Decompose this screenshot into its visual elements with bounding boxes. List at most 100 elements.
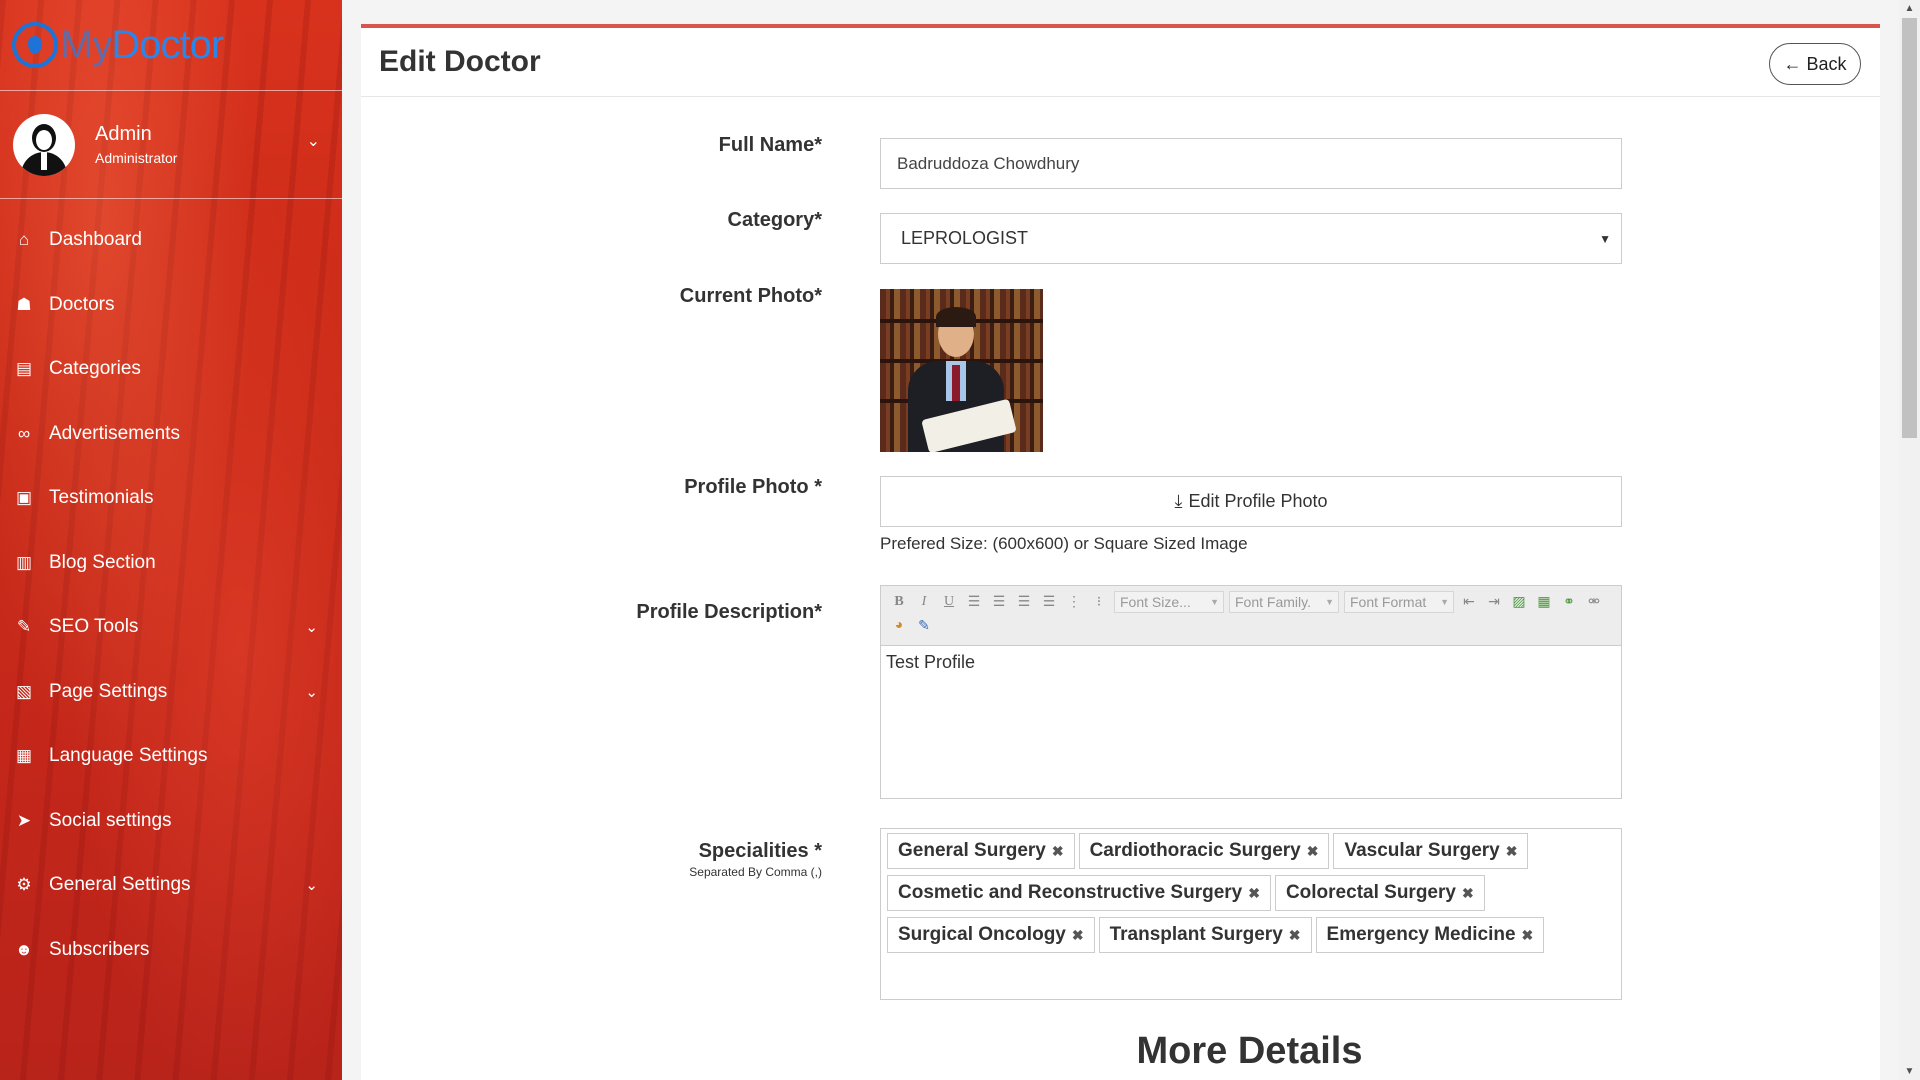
sidebar-item-label: Social settings	[49, 809, 172, 831]
sidebar-item-label: Page Settings	[49, 680, 168, 702]
user-role: Administrator	[95, 150, 178, 166]
insert-table-icon[interactable]: ▦	[1532, 590, 1556, 614]
sidebar-nav: ⌂ Dashboard ☗ Doctors ▤ Categories ∞ Advertisem…	[0, 208, 342, 982]
sidebar-item-categories[interactable]: ▤ Categories	[0, 337, 342, 402]
wrench-icon: ✎	[16, 617, 32, 637]
remove-tag-icon[interactable]: ✖	[1462, 885, 1474, 902]
sidebar-item-social-settings[interactable]: ➤ Social settings	[0, 789, 342, 854]
back-button[interactable]: ← Back	[1769, 43, 1861, 85]
unordered-list-icon[interactable]: ⁝	[1087, 590, 1111, 614]
sidebar-item-label: Subscribers	[49, 938, 150, 960]
ordered-list-icon[interactable]: ⋮	[1062, 590, 1086, 614]
font-format-select-label: Font Format	[1350, 594, 1427, 610]
page-scrollbar[interactable]: ▲ ▼	[1899, 0, 1920, 1080]
remove-tag-icon[interactable]: ✖	[1248, 885, 1260, 902]
align-left-icon[interactable]: ☰	[962, 590, 986, 614]
underline-icon[interactable]: U	[937, 590, 961, 614]
scroll-down-icon[interactable]: ▼	[1899, 1063, 1920, 1080]
sidebar-item-label: Blog Section	[49, 551, 156, 573]
scroll-up-icon[interactable]: ▲	[1899, 0, 1920, 17]
paper-plane-icon: ➤	[16, 810, 32, 830]
remove-tag-icon[interactable]: ✖	[1289, 927, 1301, 944]
speciality-tag: Surgical Oncology ✖	[887, 917, 1095, 953]
sidebar-item-general-settings[interactable]: ⚙ General Settings ⌄	[0, 853, 342, 918]
user-panel[interactable]: Admin Administrator ⌄	[0, 91, 342, 199]
dropdown-arrow-icon: ▼	[1440, 597, 1449, 607]
insert-image-icon[interactable]: ▨	[1507, 590, 1531, 614]
sidebar-item-language-settings[interactable]: ▦ Language Settings	[0, 724, 342, 789]
rich-text-editor: B I U ☰ ☰ ☰ ☰ ⋮ ⁝ Font Size... ▼ Font Fam…	[880, 585, 1622, 799]
speciality-tag-label: Emergency Medicine	[1326, 924, 1516, 945]
brand-logo[interactable]: MyDoctor	[0, 0, 342, 91]
speciality-tag: Colorectal Surgery ✖	[1274, 875, 1485, 911]
speciality-tag-label: General Surgery	[898, 840, 1046, 861]
current-photo-label: Current Photo*	[679, 285, 822, 307]
remove-tag-icon[interactable]: ✖	[1052, 843, 1064, 860]
sidebar-item-page-settings[interactable]: ▧ Page Settings ⌄	[0, 660, 342, 725]
unlink-icon[interactable]: ⚮	[1582, 590, 1606, 614]
remove-tag-icon[interactable]: ✖	[1522, 927, 1534, 944]
specialities-tags-input[interactable]: General Surgery ✖ Cardiothoracic Surgery ✖ V…	[880, 828, 1622, 1000]
font-family-select-label: Font Family.	[1235, 594, 1311, 610]
color-palette-icon[interactable]: ◕	[887, 614, 911, 638]
outdent-icon[interactable]: ⇤	[1457, 590, 1481, 614]
indent-icon[interactable]: ⇥	[1482, 590, 1506, 614]
category-selected-value: LEPROLOGIST	[901, 228, 1029, 248]
sidebar-item-testimonials[interactable]: ▣ Testimonials	[0, 466, 342, 531]
file-code-icon: ▧	[15, 681, 33, 701]
speciality-tag-label: Cosmetic and Reconstructive Surgery	[898, 882, 1243, 903]
edit-profile-photo-button[interactable]: ⤓ Edit Profile Photo	[880, 476, 1622, 527]
cogs-icon: ⚙	[16, 875, 32, 895]
sidebar-item-label: Advertisements	[49, 422, 180, 444]
full-name-label: Full Name*	[718, 134, 822, 156]
font-size-select[interactable]: Font Size... ▼	[1114, 591, 1224, 613]
dropdown-arrow-icon: ▼	[1325, 597, 1334, 607]
speciality-tag-label: Colorectal Surgery	[1285, 882, 1456, 903]
dropdown-arrow-icon: ▼	[1210, 597, 1219, 607]
more-details-title: More Details	[1136, 1030, 1363, 1072]
sidebar-item-seo-tools[interactable]: ✎ SEO Tools ⌄	[0, 595, 342, 660]
insert-link-icon[interactable]: ⚭	[1557, 590, 1581, 614]
sidebar-item-label: SEO Tools	[49, 616, 139, 638]
speciality-tag: Cosmetic and Reconstructive Surgery ✖	[887, 875, 1271, 911]
sidebar-item-blog-section[interactable]: ▥ Blog Section	[0, 531, 342, 596]
profile-description-label: Profile Description*	[636, 601, 822, 623]
link-icon: ∞	[17, 423, 31, 443]
arrow-left-icon: ←	[1783, 53, 1802, 74]
font-format-select[interactable]: Font Format ▼	[1344, 591, 1454, 613]
speciality-tag: Vascular Surgery ✖	[1333, 833, 1529, 869]
font-family-select[interactable]: Font Family. ▼	[1229, 591, 1339, 613]
align-right-icon[interactable]: ☰	[1012, 590, 1036, 614]
remove-tag-icon[interactable]: ✖	[1307, 843, 1319, 860]
profile-photo-hint: Prefered Size: (600x600) or Square Sized…	[880, 534, 1248, 553]
sidebar-item-doctors[interactable]: ☗ Doctors	[0, 273, 342, 338]
sidebar-item-advertisements[interactable]: ∞ Advertisements	[0, 402, 342, 467]
sidebar-item-label: Dashboard	[49, 229, 142, 251]
speciality-tag-label: Cardiothoracic Surgery	[1089, 840, 1301, 861]
chevron-down-icon: ⌄	[305, 619, 318, 637]
speciality-tag: Emergency Medicine ✖	[1315, 917, 1545, 953]
bold-icon[interactable]: B	[887, 590, 911, 614]
back-button-label: Back	[1806, 53, 1847, 74]
remove-tag-icon[interactable]: ✖	[1072, 927, 1084, 944]
logo-heart-icon	[12, 22, 58, 68]
sidebar-item-subscribers[interactable]: ☻ Subscribers	[0, 918, 342, 983]
align-justify-icon[interactable]: ☰	[1037, 590, 1061, 614]
view-source-icon[interactable]: ✎	[912, 614, 936, 638]
image-icon: ▣	[15, 488, 33, 508]
category-select[interactable]: LEPROLOGIST ▼	[880, 213, 1622, 264]
editor-content[interactable]: Test Profile	[881, 646, 1621, 679]
chevron-down-icon: ⌄	[305, 877, 318, 895]
align-center-icon[interactable]: ☰	[987, 590, 1011, 614]
speciality-tag: General Surgery ✖	[887, 833, 1075, 869]
category-label: Category*	[727, 209, 822, 231]
full-name-input[interactable]: Badruddoza Chowdhury	[880, 138, 1622, 189]
chevron-down-icon: ⌄	[305, 683, 318, 701]
speciality-tag-label: Vascular Surgery	[1344, 840, 1500, 861]
scrollbar-thumb[interactable]	[1902, 18, 1917, 438]
chevron-down-icon[interactable]: ⌄	[307, 131, 320, 151]
sidebar-item-dashboard[interactable]: ⌂ Dashboard	[0, 208, 342, 273]
italic-icon[interactable]: I	[912, 590, 936, 614]
page-header: Edit Doctor ← Back	[361, 28, 1880, 97]
remove-tag-icon[interactable]: ✖	[1506, 843, 1518, 860]
